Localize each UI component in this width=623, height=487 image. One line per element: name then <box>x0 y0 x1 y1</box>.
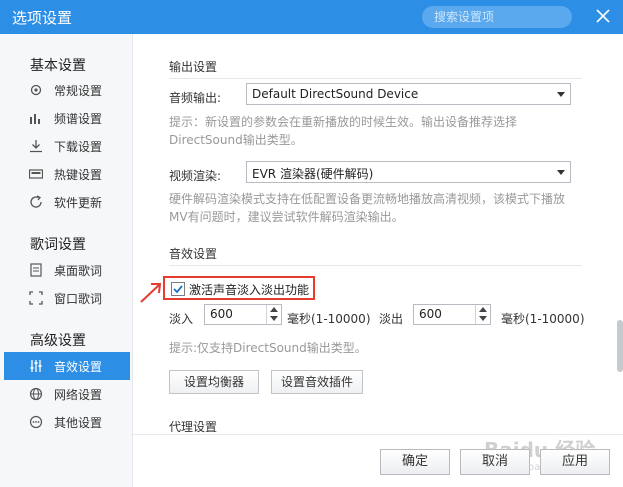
window-title: 选项设置 <box>12 9 73 27</box>
hint-line: DirectSound输出类型。 <box>169 133 303 147</box>
sidebar-item-label: 热键设置 <box>54 168 103 182</box>
desktop-lyrics-icon <box>30 263 42 277</box>
ok-button[interactable]: 确定 <box>380 449 450 475</box>
sidebar-item-network[interactable]: 网络设置 <box>4 380 130 408</box>
sidebar-group-basic: 基本设置 <box>30 58 86 74</box>
fade-in-unit: 毫秒(1-10000) <box>287 312 371 326</box>
divider <box>169 265 582 266</box>
sidebar-item-label: 窗口歌词 <box>54 292 103 306</box>
spectrum-icon <box>30 114 40 124</box>
video-render-hint: 硬件解码渲染模式支持在低配置设备更流畅地播放高清视频，该模式下播放 MV有问题时… <box>169 190 569 226</box>
effect-section-title: 音效设置 <box>169 247 218 261</box>
fade-in-value: 600 <box>210 307 233 321</box>
sidebar-item-label: 音效设置 <box>54 360 103 374</box>
video-render-value: EVR 渲染器(硬件解码) <box>252 167 374 181</box>
hint-line: 提示：新设置的参数会在重新播放的时候生效。输出设备推荐选择 <box>169 115 518 129</box>
sidebar: 基本设置 常规设置 频谱设置 下载设置 热键设置 软件更新 歌词设置 桌面歌词 … <box>0 34 133 487</box>
check-icon <box>173 285 183 294</box>
video-render-label: 视频渲染: <box>169 169 222 183</box>
arrow-down-icon[interactable] <box>479 316 487 321</box>
fade-out-value: 600 <box>419 307 442 321</box>
sidebar-item-label: 软件更新 <box>54 196 103 210</box>
equalizer-button[interactable]: 设置均衡器 <box>169 370 259 394</box>
arrow-up-icon[interactable] <box>479 307 487 312</box>
sidebar-item-hotkey[interactable]: 热键设置 <box>4 160 130 188</box>
download-icon <box>30 140 42 153</box>
arrow-up-icon[interactable] <box>270 307 278 312</box>
fade-checkbox-label[interactable]: 激活声音淡入淡出功能 <box>189 281 309 298</box>
refresh-icon <box>30 195 42 208</box>
audio-output-value: Default DirectSound Device <box>252 87 419 101</box>
fade-out-unit: 毫秒(1-10000) <box>501 312 585 326</box>
stepper-buttons[interactable] <box>475 305 490 324</box>
annotation-arrow-icon <box>140 283 162 303</box>
hint-line: 硬件解码渲染模式支持在低配置设备更流畅地播放高清视频，该模式下播放 <box>169 192 566 206</box>
apply-button[interactable]: 应用 <box>540 449 610 475</box>
keyboard-icon <box>29 169 43 179</box>
sidebar-group-lyrics: 歌词设置 <box>30 237 86 253</box>
video-render-select[interactable]: EVR 渲染器(硬件解码) <box>246 161 571 183</box>
hint-line: MV有问题时，建议尝试软件解码渲染输出。 <box>169 210 404 224</box>
scrollbar-thumb[interactable] <box>617 320 623 372</box>
fade-option-highlight: 激活声音淡入淡出功能 <box>163 276 315 300</box>
sidebar-item-label: 桌面歌词 <box>54 264 103 278</box>
fade-checkbox[interactable] <box>171 282 185 296</box>
sidebar-item-label: 下载设置 <box>54 140 103 154</box>
cancel-button[interactable]: 取消 <box>460 449 530 475</box>
window-lyrics-icon <box>29 291 43 305</box>
sidebar-item-update[interactable]: 软件更新 <box>4 188 130 216</box>
globe-icon <box>29 387 43 401</box>
audio-output-select[interactable]: Default DirectSound Device <box>246 83 571 105</box>
sidebar-item-download[interactable]: 下载设置 <box>4 132 130 160</box>
audio-output-label: 音频输出: <box>169 91 222 105</box>
settings-content: 输出设置 音频输出: Default DirectSound Device 提示… <box>133 34 615 434</box>
arrow-down-icon[interactable] <box>270 316 278 321</box>
sidebar-item-other[interactable]: 其他设置 <box>4 408 130 436</box>
sidebar-item-desktop-lyrics[interactable]: 桌面歌词 <box>4 256 130 284</box>
fade-out-label: 淡出 <box>379 312 404 326</box>
fade-in-stepper[interactable]: 600 <box>204 304 282 325</box>
title-bar: 选项设置 搜索设置项 <box>0 0 623 34</box>
equalizer-icon <box>30 360 42 372</box>
close-icon[interactable] <box>594 7 612 25</box>
divider <box>169 78 582 79</box>
sidebar-group-advanced: 高级设置 <box>30 333 86 349</box>
fade-out-stepper[interactable]: 600 <box>413 304 491 325</box>
gear-icon <box>30 84 42 96</box>
effect-hint: 提示:仅支持DirectSound输出类型。 <box>169 341 367 355</box>
sidebar-item-window-lyrics[interactable]: 窗口歌词 <box>4 284 130 312</box>
chevron-down-icon <box>557 92 565 97</box>
output-section-title: 输出设置 <box>169 60 218 74</box>
chevron-down-icon <box>557 170 565 175</box>
stepper-buttons[interactable] <box>266 305 281 324</box>
sidebar-item-label: 频谱设置 <box>54 112 103 126</box>
sidebar-item-label: 其他设置 <box>54 416 103 430</box>
sidebar-item-spectrum[interactable]: 频谱设置 <box>4 104 130 132</box>
sidebar-item-sound-effects[interactable]: 音效设置 <box>4 352 130 380</box>
sidebar-item-general[interactable]: 常规设置 <box>4 76 130 104</box>
fade-in-label: 淡入 <box>169 312 194 326</box>
sidebar-item-label: 常规设置 <box>54 84 103 98</box>
proxy-section-title: 代理设置 <box>169 420 218 434</box>
sidebar-item-label: 网络设置 <box>54 388 103 402</box>
search-input[interactable]: 搜索设置项 <box>422 6 572 28</box>
more-icon <box>29 415 43 429</box>
effect-plugin-button[interactable]: 设置音效插件 <box>271 370 363 394</box>
audio-output-hint: 提示：新设置的参数会在重新播放的时候生效。输出设备推荐选择 DirectSoun… <box>169 113 569 149</box>
